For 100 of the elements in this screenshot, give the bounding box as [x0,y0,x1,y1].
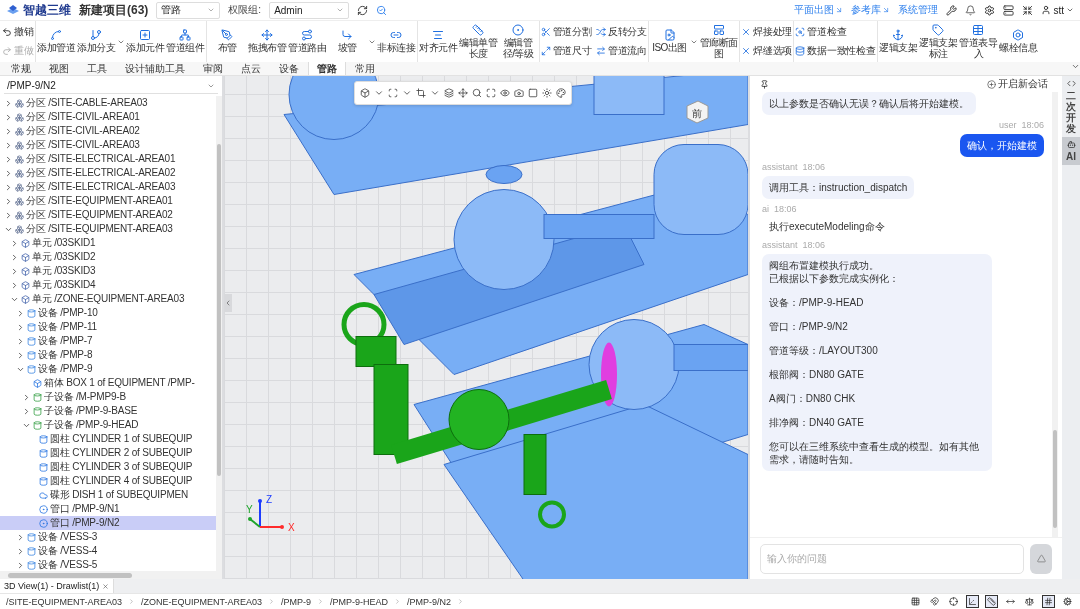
caret-icon[interactable] [374,88,384,98]
breadcrumb-link[interactable]: /PMP-9 [281,596,312,607]
sun-icon[interactable] [542,88,552,98]
tree-item[interactable]: 单元 /03SKID3 [0,264,216,278]
expand-toggle[interactable] [16,308,25,318]
tree-item[interactable]: 设备 /VESS-4 [0,544,216,558]
ribbon-button[interactable]: 管道分割 [540,25,592,39]
palette-icon[interactable] [556,88,566,98]
scan-icon[interactable] [388,88,398,98]
maximize-icon[interactable] [486,88,496,98]
ribbon-button[interactable]: 管廊断面图 [699,23,738,60]
settings-icon[interactable] [984,4,996,16]
chevron-down-icon[interactable] [1071,62,1080,71]
expand-toggle[interactable] [4,112,13,122]
scrollbar[interactable] [216,96,222,571]
tree-item[interactable]: 分区 /SITE-CABLE-AREA03 [0,96,216,110]
status-toggle-button[interactable] [1061,595,1074,608]
collapse-arrows-icon[interactable] [1022,4,1034,16]
expand-toggle[interactable] [10,266,19,276]
expand-toggle[interactable] [4,182,13,192]
ribbon-button[interactable]: 添加元件 [125,29,165,54]
status-toggle-button[interactable] [1042,595,1055,608]
tree-item[interactable]: 子设备 /PMP-9-HEAD [0,418,216,432]
ribbon-tab[interactable]: 视图 [40,62,78,75]
status-toggle-button[interactable] [1023,595,1036,608]
document-tab[interactable]: 3D View(1) - Drawlist(1) [0,579,115,593]
tree-item[interactable]: 管口 /PMP-9/N1 [0,502,216,516]
status-toggle-button[interactable] [909,595,922,608]
layers-icon[interactable] [444,88,454,98]
ribbon-button[interactable]: 焊缝选项 [741,44,793,58]
expand-toggle[interactable] [22,392,31,402]
ribbon-button[interactable]: 添加管道 [36,29,76,54]
ribbon-button[interactable]: 管道表导入 [958,23,998,60]
expand-toggle[interactable] [10,252,19,262]
tree-item[interactable]: 分区 /SITE-CIVIL-AREA03 [0,138,216,152]
tree-item[interactable]: 分区 /SITE-CIVIL-AREA02 [0,124,216,138]
expand-toggle[interactable] [4,196,13,206]
tree-item[interactable]: 设备 /PMP-7 [0,334,216,348]
tree-item[interactable]: 设备 /PMP-11 [0,320,216,334]
permission-dropdown[interactable]: Admin [269,1,350,19]
scrollbar[interactable] [0,571,222,579]
expand-toggle[interactable] [16,336,25,346]
search-icon[interactable] [472,88,482,98]
expand-toggle[interactable] [4,126,13,136]
ribbon-tab[interactable]: 设备 [270,62,308,75]
breadcrumb-link[interactable]: /ZONE-EQUIPMENT-AREA03 [141,596,263,607]
tree-item[interactable]: 设备 /VESS-3 [0,530,216,544]
ribbon-button[interactable]: 添加分支 [76,29,116,54]
tree-item[interactable]: 分区 /SITE-EQUIPMENT-AREA02 [0,208,216,222]
breadcrumb-link[interactable]: /PMP-9/N2 [407,596,452,607]
path-dropdown[interactable]: /PMP-9/N2 [4,78,218,94]
ribbon-button[interactable]: 管道组件 [165,29,205,54]
tree-item[interactable]: 单元 /ZONE-EQUIPMENT-AREA03 [0,292,216,306]
nav-link[interactable]: 系统管理 [898,3,939,17]
tree-item[interactable]: 单元 /03SKID2 [0,250,216,264]
ribbon-button[interactable]: 编辑单管长度 [458,23,498,60]
ribbon-button[interactable]: 反转分支 [595,25,647,39]
ribbon-button[interactable]: 焊接处理 [741,25,793,39]
3d-viewport[interactable]: 前 Z Y X [224,76,750,579]
ribbon-tab[interactable]: 工具 [78,62,116,75]
ribbon-button[interactable]: 撤销 [2,25,34,39]
expand-toggle[interactable] [16,322,25,332]
question-input-field[interactable]: 输入你的问题 [760,543,1024,574]
expand-toggle[interactable] [10,238,19,248]
tree-item[interactable]: 分区 /SITE-ELECTRICAL-AREA03 [0,180,216,194]
ribbon-tab[interactable]: 设计辅助工具 [116,62,194,75]
ribbon-button[interactable]: 管道尺寸 [540,44,592,58]
ribbon-button[interactable]: 坡管 [327,29,367,54]
tree-item[interactable]: 单元 /03SKID4 [0,278,216,292]
breadcrumb-link[interactable]: /SITE-EQUIPMENT-AREA03 [6,596,123,607]
tree-item[interactable]: 圆柱 CYLINDER 1 of SUBEQUIP [0,432,216,446]
status-toggle-button[interactable] [985,595,998,608]
expand-toggle[interactable] [10,280,19,290]
caret-icon[interactable] [402,88,412,98]
tree-item[interactable]: 单元 /03SKID1 [0,236,216,250]
side-tab[interactable]: AI [1062,137,1080,165]
new-session-button[interactable]: 开启新会话 [981,76,1054,92]
breadcrumb-link[interactable]: /PMP-9-HEAD [330,596,389,607]
user-menu[interactable]: stt [1041,4,1074,16]
refresh-icon[interactable] [357,4,369,16]
server-stack-icon[interactable] [1003,4,1015,16]
expand-toggle[interactable] [16,560,25,570]
view-cube[interactable]: 前 [684,98,710,124]
ribbon-tab[interactable]: 常规 [2,62,40,75]
caret-icon[interactable] [430,88,440,98]
ribbon-tab[interactable]: 点云 [232,62,270,75]
ribbon-button[interactable]: ISO出图 [650,29,689,54]
status-toggle-button[interactable] [966,595,979,608]
tree-item[interactable]: 分区 /SITE-ELECTRICAL-AREA01 [0,152,216,166]
ribbon-button[interactable]: 非标连接 [376,29,416,54]
tree-item[interactable]: 圆柱 CYLINDER 2 of SUBEQUIP [0,446,216,460]
scrollbar[interactable] [1052,92,1058,537]
ribbon-button[interactable]: 拖拽布管 [247,29,287,54]
ribbon-button[interactable]: 螺栓信息 [998,29,1038,54]
tree-item[interactable]: 设备 /PMP-9 [0,362,216,376]
tree-item[interactable]: 分区 /SITE-EQUIPMENT-AREA03 [0,222,216,236]
expand-toggle[interactable] [16,350,25,360]
expand-toggle[interactable] [4,98,13,108]
tree-item[interactable]: 子设备 /PMP-9-BASE [0,404,216,418]
bell-icon[interactable] [965,4,977,16]
